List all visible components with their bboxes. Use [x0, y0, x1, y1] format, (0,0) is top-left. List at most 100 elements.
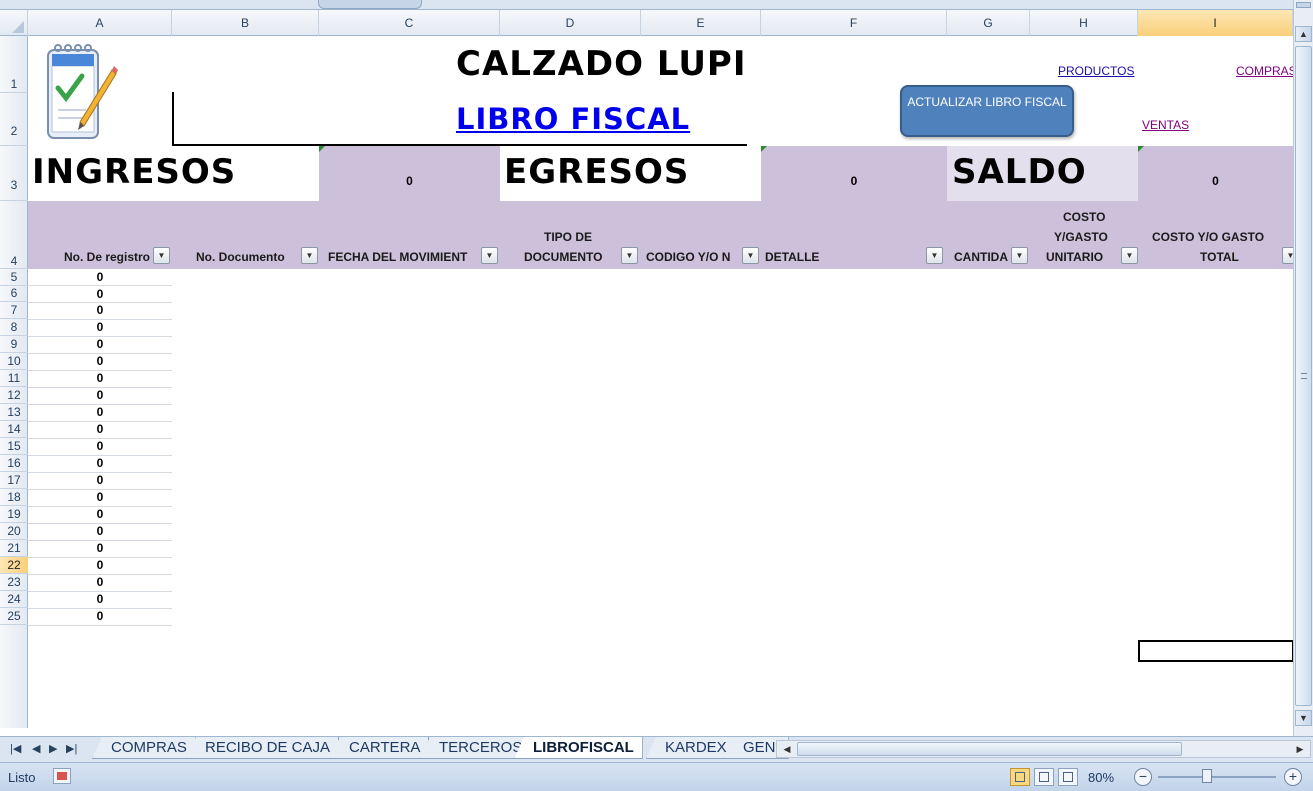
- active-cell-cursor[interactable]: [1138, 640, 1293, 662]
- registro-cell[interactable]: 0: [28, 287, 172, 301]
- registro-cell[interactable]: 0: [28, 558, 172, 572]
- scroll-right-arrow-icon[interactable]: ▶: [1292, 741, 1308, 757]
- registro-cell[interactable]: 0: [28, 490, 172, 504]
- column-header-e[interactable]: E: [641, 10, 761, 36]
- split-handle[interactable]: [1296, 2, 1311, 8]
- registro-cell[interactable]: 0: [28, 270, 172, 284]
- filter-dropdown-icon[interactable]: ▼: [1282, 247, 1293, 264]
- row-header[interactable]: 5: [0, 269, 28, 286]
- column-header-b[interactable]: B: [172, 10, 319, 36]
- row-header[interactable]: 7: [0, 302, 28, 319]
- row-header[interactable]: 2: [0, 93, 28, 146]
- next-sheet-icon[interactable]: ▶: [49, 742, 57, 755]
- column-header-c[interactable]: C: [319, 10, 500, 36]
- saldo-value[interactable]: 0: [1138, 174, 1293, 188]
- registro-cell[interactable]: 0: [28, 320, 172, 334]
- scrollbar-thumb[interactable]: [1295, 46, 1312, 706]
- first-sheet-icon[interactable]: |◀: [10, 742, 21, 755]
- registro-cell[interactable]: 0: [28, 507, 172, 521]
- ingresos-value[interactable]: 0: [319, 174, 500, 188]
- row-header[interactable]: 9: [0, 336, 28, 353]
- registro-cell[interactable]: 0: [28, 439, 172, 453]
- ribbon-tab-edge[interactable]: [318, 0, 422, 9]
- row-header-selected[interactable]: 22: [0, 557, 28, 574]
- registro-cell[interactable]: 0: [28, 524, 172, 538]
- vertical-scrollbar[interactable]: ▲ ▼: [1293, 0, 1313, 736]
- row-header[interactable]: 25: [0, 608, 28, 625]
- last-sheet-icon[interactable]: ▶|: [66, 742, 77, 755]
- macro-record-icon[interactable]: [53, 768, 71, 784]
- column-header-h[interactable]: H: [1030, 10, 1138, 36]
- row-header[interactable]: 3: [0, 146, 28, 201]
- registro-cell[interactable]: 0: [28, 541, 172, 555]
- filter-dropdown-icon[interactable]: ▼: [621, 247, 638, 264]
- scroll-down-arrow-icon[interactable]: ▼: [1295, 710, 1312, 726]
- column-header-a[interactable]: A: [28, 10, 172, 36]
- filter-dropdown-icon[interactable]: ▼: [481, 247, 498, 264]
- row-header[interactable]: 12: [0, 387, 28, 404]
- horizontal-scrollbar[interactable]: ◀ ▶: [776, 740, 1311, 758]
- row-header[interactable]: 19: [0, 506, 28, 523]
- row-header[interactable]: 18: [0, 489, 28, 506]
- tab-compras[interactable]: COMPRAS: [92, 737, 196, 759]
- row-header[interactable]: 13: [0, 404, 28, 421]
- normal-view-icon[interactable]: [1010, 768, 1030, 786]
- registro-cell[interactable]: 0: [28, 422, 172, 436]
- worksheet-grid[interactable]: CALZADO LUPI LIBRO FISCAL PRODUCTOS COMP…: [28, 36, 1293, 728]
- tab-librofiscal[interactable]: LIBROFISCAL: [514, 737, 643, 759]
- row-header[interactable]: 6: [0, 286, 28, 302]
- column-header-i[interactable]: I: [1138, 10, 1293, 36]
- filter-dropdown-icon[interactable]: ▼: [1121, 247, 1138, 264]
- registro-cell[interactable]: 0: [28, 388, 172, 402]
- filter-dropdown-icon[interactable]: ▼: [301, 247, 318, 264]
- scrollbar-thumb[interactable]: [797, 742, 1182, 756]
- prev-sheet-icon[interactable]: ◀: [32, 742, 40, 755]
- registro-cell[interactable]: 0: [28, 456, 172, 470]
- column-header-f[interactable]: F: [761, 10, 947, 36]
- tab-recibo-de-caja[interactable]: RECIBO DE CAJA: [186, 737, 340, 759]
- registro-cell[interactable]: 0: [28, 354, 172, 368]
- row-header[interactable]: 11: [0, 370, 28, 387]
- row-header[interactable]: 14: [0, 421, 28, 438]
- zoom-level[interactable]: 80%: [1088, 770, 1114, 785]
- select-all-button[interactable]: [0, 10, 28, 36]
- registro-cell[interactable]: 0: [28, 609, 172, 623]
- zoom-in-icon[interactable]: +: [1284, 768, 1302, 786]
- filter-dropdown-icon[interactable]: ▼: [926, 247, 943, 264]
- page-break-view-icon[interactable]: [1058, 768, 1078, 786]
- filter-dropdown-icon[interactable]: ▼: [153, 247, 170, 264]
- row-header[interactable]: 8: [0, 319, 28, 336]
- registro-cell[interactable]: 0: [28, 371, 172, 385]
- egresos-value[interactable]: 0: [761, 174, 947, 188]
- row-header[interactable]: 17: [0, 472, 28, 489]
- row-header[interactable]: 23: [0, 574, 28, 591]
- registro-cell[interactable]: 0: [28, 337, 172, 351]
- row-header[interactable]: 24: [0, 591, 28, 608]
- column-header-d[interactable]: D: [500, 10, 641, 36]
- scroll-left-arrow-icon[interactable]: ◀: [779, 741, 795, 757]
- productos-link[interactable]: PRODUCTOS: [1058, 64, 1134, 78]
- row-header[interactable]: 10: [0, 353, 28, 370]
- page-layout-view-icon[interactable]: [1034, 768, 1054, 786]
- registro-cell[interactable]: 0: [28, 303, 172, 317]
- actualizar-libro-fiscal-button[interactable]: ACTUALIZAR LIBRO FISCAL: [900, 85, 1074, 137]
- registro-cell[interactable]: 0: [28, 575, 172, 589]
- filter-dropdown-icon[interactable]: ▼: [1011, 247, 1028, 264]
- registro-cell[interactable]: 0: [28, 405, 172, 419]
- libro-fiscal-link[interactable]: LIBRO FISCAL: [456, 102, 690, 136]
- ventas-link[interactable]: VENTAS: [1142, 118, 1189, 132]
- filter-dropdown-icon[interactable]: ▼: [742, 247, 759, 264]
- row-header[interactable]: 1: [0, 36, 28, 93]
- row-header[interactable]: 16: [0, 455, 28, 472]
- registro-cell[interactable]: 0: [28, 473, 172, 487]
- zoom-slider-thumb[interactable]: [1202, 769, 1212, 783]
- compras-link[interactable]: COMPRAS: [1236, 64, 1293, 78]
- tab-cartera[interactable]: CARTERA: [330, 737, 430, 759]
- column-header-g[interactable]: G: [947, 10, 1030, 36]
- tab-terceros[interactable]: TERCEROS: [420, 737, 532, 759]
- scroll-up-arrow-icon[interactable]: ▲: [1295, 26, 1312, 42]
- zoom-slider-track[interactable]: [1158, 776, 1276, 778]
- row-header[interactable]: 20: [0, 523, 28, 540]
- row-header[interactable]: 21: [0, 540, 28, 557]
- row-header[interactable]: 4: [0, 201, 28, 269]
